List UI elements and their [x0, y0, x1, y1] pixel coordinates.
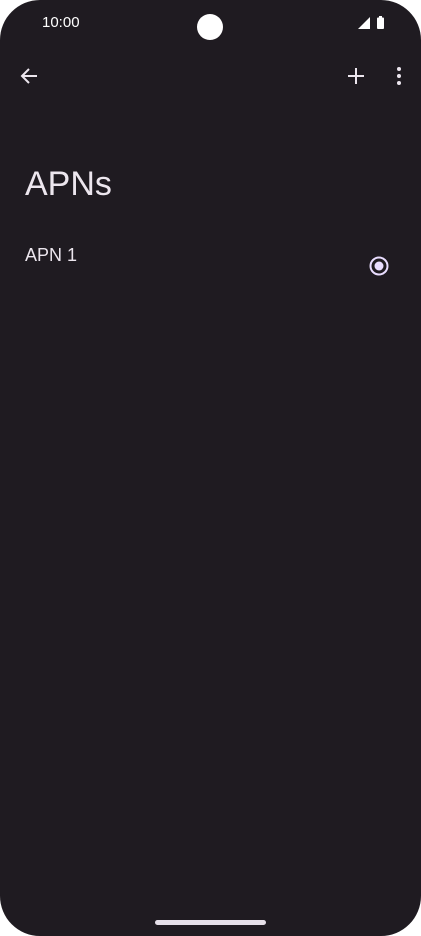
radio-selected-icon[interactable]: [369, 256, 389, 276]
apn-list-item[interactable]: APN 1: [0, 228, 421, 300]
page-title: APNs: [25, 165, 112, 203]
signal-icon: [358, 17, 370, 29]
status-bar: 10:00: [0, 0, 421, 48]
more-options-button[interactable]: [384, 61, 414, 91]
status-time: 10:00: [42, 14, 80, 31]
apn-settings-screen: 10:00 APNs APN 1: [0, 0, 421, 936]
battery-icon: [377, 16, 384, 29]
add-apn-button[interactable]: [341, 61, 371, 91]
arrow-left-icon: [20, 68, 37, 84]
camera-cutout: [197, 14, 223, 40]
gesture-navigation-bar[interactable]: [155, 920, 266, 925]
back-button[interactable]: [14, 61, 44, 91]
apn-label: APN 1: [25, 245, 78, 265]
more-vert-icon: [397, 67, 401, 85]
plus-icon: [348, 68, 364, 84]
